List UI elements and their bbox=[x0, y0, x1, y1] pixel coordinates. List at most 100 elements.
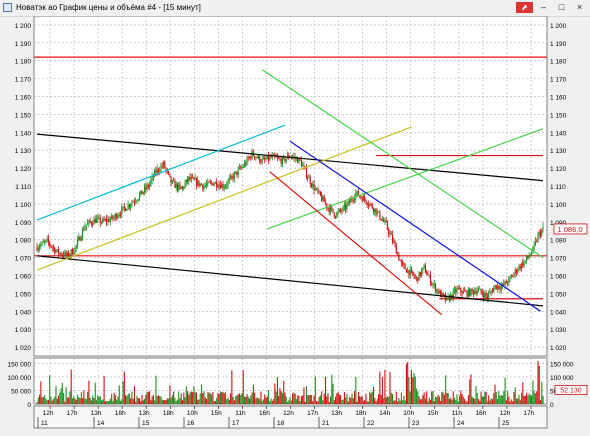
pin-button[interactable]: ⬈ bbox=[516, 2, 533, 13]
candle-body bbox=[542, 226, 544, 230]
volume-bar bbox=[496, 398, 499, 404]
candle-body bbox=[108, 219, 110, 222]
app-icon bbox=[3, 3, 12, 12]
candle-body bbox=[262, 157, 265, 160]
candle-body bbox=[538, 232, 540, 235]
volume-bar bbox=[144, 398, 146, 404]
volume-bar bbox=[189, 392, 191, 404]
volume-bar bbox=[428, 397, 430, 404]
volume-bar bbox=[538, 365, 540, 404]
candle-body bbox=[217, 186, 219, 188]
candle-body bbox=[261, 159, 263, 163]
candle-body bbox=[309, 177, 311, 184]
candle-body bbox=[366, 202, 368, 205]
price-volume-chart[interactable]: 1 200 1 190 1 180 1 170 1 160 1 150 1 140 1 130… bbox=[0, 16, 590, 436]
volume-bar bbox=[125, 395, 127, 404]
volume-bar bbox=[113, 392, 115, 404]
volume-bar bbox=[528, 393, 530, 404]
volume-bar bbox=[294, 393, 296, 404]
volume-tick-label: 0 bbox=[550, 402, 554, 409]
volume-bar bbox=[285, 396, 287, 404]
volume-bar bbox=[300, 395, 302, 404]
volume-bar bbox=[164, 400, 166, 404]
price-tick-label: 1 120 bbox=[550, 166, 567, 173]
candle-body bbox=[308, 177, 310, 179]
candle-body bbox=[90, 222, 92, 224]
candle-body bbox=[494, 285, 496, 288]
maximize-button[interactable]: □ bbox=[553, 2, 570, 13]
candle-body bbox=[417, 277, 419, 281]
candle-body bbox=[222, 184, 224, 188]
candle-body bbox=[393, 241, 395, 243]
candle-body bbox=[319, 191, 321, 196]
candle-body bbox=[375, 208, 377, 215]
volume-bar bbox=[476, 392, 478, 404]
candle-body bbox=[491, 291, 493, 293]
candle-body bbox=[481, 292, 483, 295]
price-tick-label: 1 110 bbox=[15, 184, 31, 191]
hour-label: 13h bbox=[331, 410, 342, 417]
candle-body bbox=[154, 170, 156, 177]
candle-body bbox=[446, 297, 448, 301]
volume-bar bbox=[433, 400, 435, 404]
candle-body bbox=[256, 157, 258, 159]
hour-label: 11h bbox=[452, 410, 463, 417]
volume-bar bbox=[230, 393, 232, 404]
current-price-tag: 1 086,0 bbox=[553, 223, 588, 235]
volume-bar bbox=[37, 397, 39, 404]
candle-body bbox=[241, 166, 243, 169]
hour-label: 12h bbox=[283, 410, 294, 417]
candle-body bbox=[168, 171, 170, 174]
candle-body bbox=[230, 175, 232, 179]
candle-body bbox=[211, 182, 213, 183]
volume-bar bbox=[366, 401, 368, 404]
volume-bar bbox=[232, 396, 234, 404]
volume-bar bbox=[352, 398, 354, 404]
candle-body bbox=[433, 283, 435, 285]
minimize-button[interactable]: – bbox=[535, 2, 552, 13]
candle-body bbox=[429, 274, 432, 284]
candle-body bbox=[183, 186, 185, 188]
volume-bar bbox=[142, 400, 144, 404]
candle-body bbox=[209, 182, 211, 183]
volume-bar bbox=[99, 396, 101, 404]
volume-bar bbox=[526, 392, 528, 404]
volume-bar bbox=[206, 399, 208, 404]
candle-body bbox=[98, 217, 100, 219]
volume-bar bbox=[455, 399, 457, 404]
close-button[interactable]: × bbox=[571, 2, 588, 13]
volume-bar bbox=[74, 398, 76, 404]
candle-body bbox=[213, 183, 215, 186]
candle-body bbox=[285, 158, 287, 162]
candle-body bbox=[116, 214, 118, 219]
candle-body bbox=[522, 262, 524, 267]
candle-body bbox=[265, 159, 267, 160]
volume-bar bbox=[267, 390, 270, 404]
volume-bar bbox=[61, 382, 63, 404]
candle-body bbox=[386, 222, 389, 230]
window-title: Новатэк ао График цены и объёма #4 - [15… bbox=[16, 3, 201, 12]
price-tick-label: 1 170 bbox=[550, 77, 567, 84]
volume-bar bbox=[456, 394, 458, 404]
volume-bar bbox=[519, 400, 521, 404]
candle-body bbox=[514, 269, 516, 274]
volume-bar bbox=[407, 362, 409, 404]
volume-bar bbox=[218, 393, 220, 404]
price-tick-label: 1 070 bbox=[15, 256, 32, 263]
volume-bar bbox=[514, 387, 516, 404]
candle-body bbox=[360, 196, 362, 198]
candle-body bbox=[496, 285, 499, 290]
volume-bar bbox=[80, 392, 82, 404]
candle-body bbox=[523, 261, 525, 267]
volume-bar bbox=[423, 392, 425, 404]
candle-body bbox=[112, 215, 114, 219]
volume-bar bbox=[405, 364, 407, 404]
candle-body bbox=[470, 288, 472, 296]
candle-body bbox=[40, 244, 42, 247]
candle-body bbox=[175, 183, 177, 188]
candle-body bbox=[117, 216, 119, 219]
candle-body bbox=[55, 250, 57, 253]
candle-body bbox=[195, 178, 197, 186]
volume-bar bbox=[181, 400, 184, 404]
candle-body bbox=[85, 224, 87, 227]
